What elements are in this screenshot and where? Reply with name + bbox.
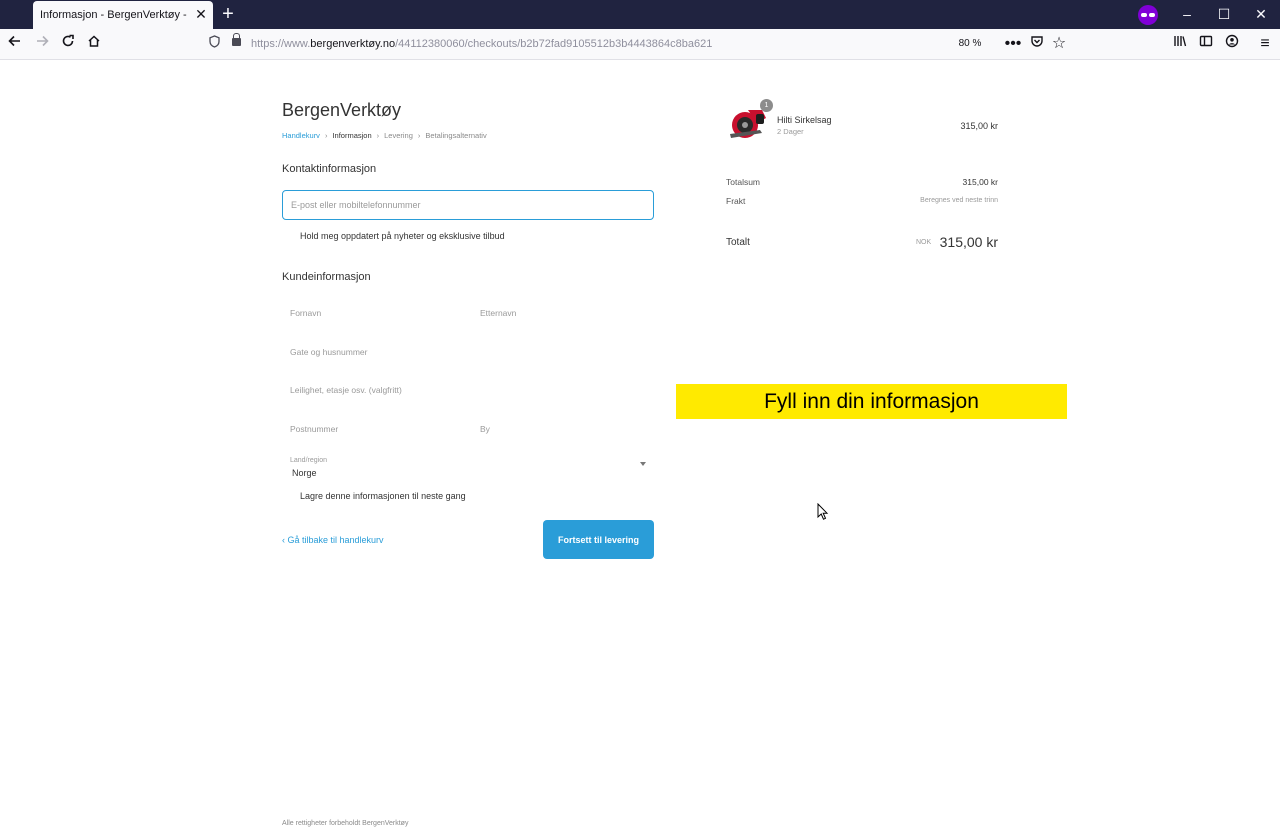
tab-title: Informasjon - BergenVerktøy - Utsjekking xyxy=(40,9,188,21)
browser-toolbar: https://www.bergenverktøy.no/44112380060… xyxy=(0,29,1280,60)
total-currency: NOK xyxy=(916,239,932,246)
star-icon[interactable]: ☆ xyxy=(1049,34,1069,54)
quantity-badge: 1 xyxy=(760,99,773,112)
tab-close-icon[interactable]: ✕ xyxy=(193,6,209,22)
breadcrumb-cart[interactable]: Handlekurv xyxy=(282,131,320,140)
address-bar[interactable]: https://www.bergenverktøy.no/44112380060… xyxy=(251,38,712,50)
total-label: Totalt xyxy=(726,237,750,248)
country-select[interactable]: Land/region Norge xyxy=(282,452,654,484)
sidebar-icon[interactable] xyxy=(1196,34,1216,54)
postal-code-field[interactable] xyxy=(282,412,466,446)
newsletter-checkbox-label[interactable]: Hold meg oppdatert på nyheter og eksklus… xyxy=(300,231,505,241)
country-select-value: Norge xyxy=(292,468,317,478)
email-field[interactable] xyxy=(282,190,654,220)
subtotal-label: Totalsum xyxy=(726,177,761,187)
private-browsing-icon xyxy=(1138,5,1158,25)
instruction-banner: Fyll inn din informasjon xyxy=(676,384,1067,419)
maximize-icon[interactable]: ☐ xyxy=(1213,4,1235,24)
shipping-label: Frakt xyxy=(726,196,746,206)
reload-icon[interactable] xyxy=(58,34,78,54)
more-icon[interactable]: ••• xyxy=(1003,34,1023,54)
breadcrumb-payment: Betalingsalternativ xyxy=(425,131,487,140)
arrow-left-icon[interactable] xyxy=(5,34,25,54)
save-info-checkbox-label[interactable]: Lagre denne informasjonen til neste gang xyxy=(300,491,466,501)
shield-icon[interactable] xyxy=(206,35,222,53)
home-icon[interactable] xyxy=(84,34,104,54)
city-field[interactable] xyxy=(472,412,654,446)
hamburger-menu-icon[interactable]: ≡ xyxy=(1255,34,1275,54)
product-price: 315,00 kr xyxy=(960,121,998,131)
zoom-level[interactable]: 80 % xyxy=(953,38,987,49)
continue-to-shipping-button[interactable]: Fortsett til levering xyxy=(543,520,654,559)
apartment-field[interactable] xyxy=(282,373,654,407)
shipping-value: Beregnes ved neste trinn xyxy=(920,197,998,204)
mouse-cursor-icon xyxy=(817,502,829,521)
breadcrumb-shipping: Levering xyxy=(384,131,413,140)
url-host: bergenverktøy.no xyxy=(310,38,396,50)
active-tab[interactable]: Informasjon - BergenVerktøy - Utsjekking… xyxy=(33,1,213,29)
url-path: /44112380060/checkouts/b2b72fad9105512b3… xyxy=(395,38,713,50)
arrow-right-icon[interactable] xyxy=(32,34,52,54)
product-name: Hilti Sirkelsag xyxy=(777,115,832,125)
total-value: 315,00 kr xyxy=(939,234,998,250)
window-close-icon[interactable]: ✕ xyxy=(1250,4,1272,24)
first-name-field[interactable] xyxy=(282,296,466,330)
url-prefix: https://www. xyxy=(251,38,311,50)
chevron-down-icon xyxy=(640,462,646,466)
library-icon[interactable] xyxy=(1170,34,1190,54)
breadcrumb-information: Informasjon xyxy=(332,131,372,140)
back-to-cart-link[interactable]: ‹ Gå tilbake til handlekurv xyxy=(282,535,384,545)
customer-section-title: Kundeinformasjon xyxy=(282,271,371,283)
lock-icon[interactable] xyxy=(232,33,241,46)
chevron-right-icon: › xyxy=(376,131,380,140)
pocket-icon[interactable] xyxy=(1027,34,1047,54)
store-logo[interactable]: BergenVerktøy xyxy=(282,100,401,121)
chevron-right-icon: › xyxy=(417,131,421,140)
back-to-cart-label: Gå tilbake til handlekurv xyxy=(287,535,384,545)
browser-tab-bar: Informasjon - BergenVerktøy - Utsjekking… xyxy=(0,0,1280,29)
footer-copyright: Alle rettigheter forbeholdt BergenVerktø… xyxy=(282,820,409,827)
product-variant: 2 Dager xyxy=(777,127,804,136)
chevron-right-icon: › xyxy=(324,131,328,140)
subtotal-value: 315,00 kr xyxy=(962,177,998,187)
new-tab-icon[interactable]: + xyxy=(218,4,238,24)
minimize-icon[interactable]: – xyxy=(1176,4,1198,24)
account-icon[interactable] xyxy=(1222,34,1242,54)
address-field[interactable] xyxy=(282,335,654,369)
country-select-label: Land/region xyxy=(290,457,327,464)
breadcrumb: Handlekurv › Informasjon › Levering › Betaling… xyxy=(282,131,487,140)
contact-section-title: Kontaktinformasjon xyxy=(282,163,377,175)
last-name-field[interactable] xyxy=(472,296,654,330)
